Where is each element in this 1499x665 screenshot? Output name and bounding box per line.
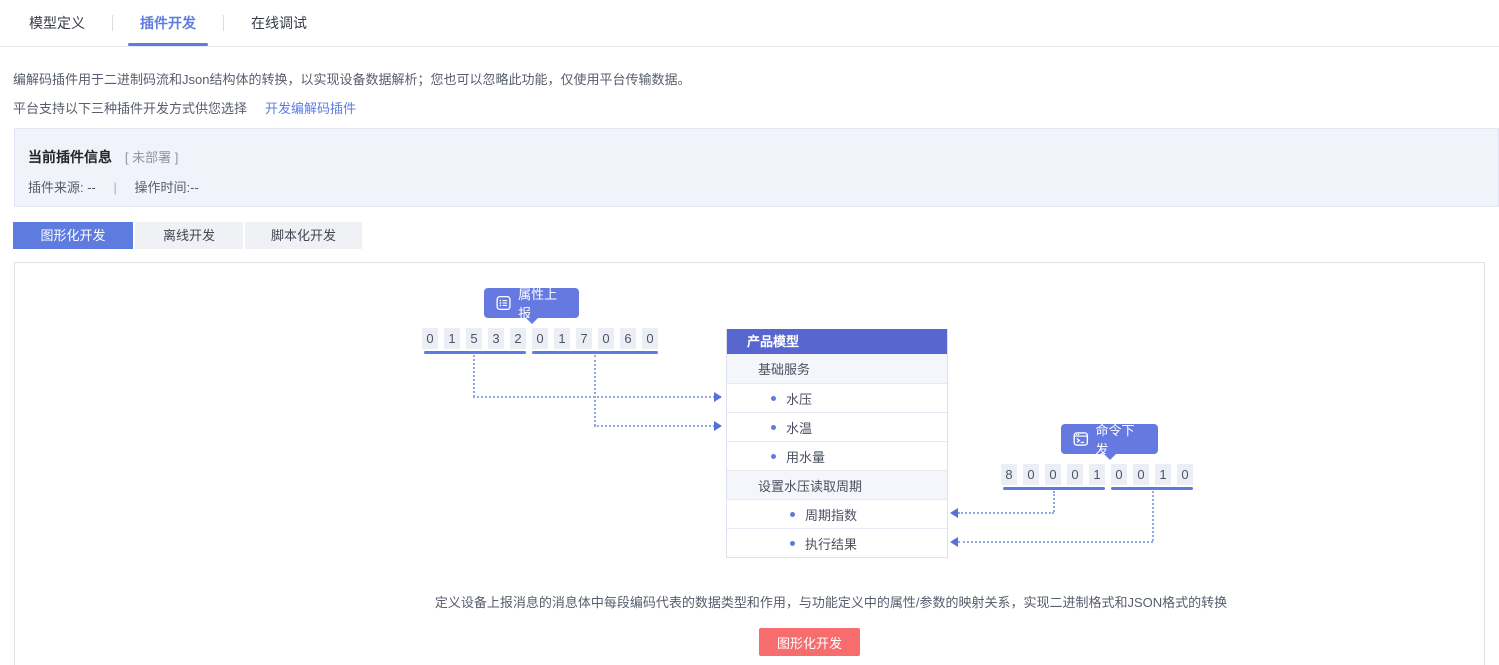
- model-row-basic-service[interactable]: 基础服务: [727, 354, 947, 383]
- bullet-icon: [790, 512, 795, 517]
- deploy-status-badge: [ 未部署 ]: [125, 150, 178, 165]
- byte-cell: 0: [598, 328, 614, 349]
- byte-cell: 0: [1177, 464, 1193, 485]
- graphical-dev-button[interactable]: 图形化开发: [759, 628, 860, 656]
- row-label: 执行结果: [805, 534, 857, 553]
- operation-time: 操作时间:--: [135, 180, 199, 195]
- dev-options-label: 平台支持以下三种插件开发方式供您选择: [13, 101, 247, 116]
- command-byte-sequence: 8 0 0 0 1 0 0 1 0: [1001, 464, 1193, 485]
- bullet-icon: [771, 396, 776, 401]
- tab-separator: [112, 15, 113, 31]
- badge-label: 属性上报: [518, 284, 567, 322]
- byte-cell: 0: [642, 328, 658, 349]
- byte-cell: 0: [422, 328, 438, 349]
- tab-label: 插件开发: [140, 15, 196, 31]
- dev-tab-graphical[interactable]: 图形化开发: [13, 222, 133, 249]
- row-label: 周期指数: [805, 505, 857, 524]
- row-label: 基础服务: [758, 359, 810, 378]
- dev-tab-script[interactable]: 脚本化开发: [245, 222, 362, 249]
- bullet-icon: [771, 425, 776, 430]
- connector-command-1-arrow: [950, 508, 958, 518]
- report-byte-sequence: 0 1 5 3 2 0 1 7 0 6 0: [422, 328, 658, 349]
- byte-cell: 1: [554, 328, 570, 349]
- model-row-execution-result[interactable]: 执行结果: [727, 528, 947, 557]
- tab-model-definition[interactable]: 模型定义: [27, 0, 87, 46]
- plugin-info-title-row: 当前插件信息 [ 未部署 ]: [28, 147, 178, 167]
- report-segment-1-underline: [424, 351, 526, 354]
- byte-cell: 5: [466, 328, 482, 349]
- develop-codec-link[interactable]: 开发编解码插件: [265, 101, 356, 116]
- row-label: 设置水压读取周期: [758, 476, 862, 495]
- plugin-info-title: 当前插件信息: [28, 149, 112, 165]
- tab-online-debug[interactable]: 在线调试: [249, 0, 309, 46]
- plugin-source: 插件来源: --: [28, 180, 96, 195]
- connector-report-1-vertical: [473, 355, 475, 397]
- attribute-report-badge[interactable]: 属性上报: [484, 288, 579, 318]
- byte-cell: 0: [1111, 464, 1127, 485]
- byte-cell: 3: [488, 328, 504, 349]
- byte-cell: 6: [620, 328, 636, 349]
- model-row-water-usage[interactable]: 用水量: [727, 441, 947, 470]
- byte-cell: 0: [532, 328, 548, 349]
- connector-command-2-horizontal: [958, 541, 1153, 543]
- byte-cell: 0: [1045, 464, 1061, 485]
- dev-options-text: 平台支持以下三种插件开发方式供您选择 开发编解码插件: [13, 98, 356, 117]
- plugin-development-page: 模型定义 插件开发 在线调试 编解码插件用于二进制码流和Json结构体的转换，以…: [0, 0, 1499, 665]
- connector-command-1-vertical: [1053, 491, 1055, 512]
- connector-report-2-horizontal: [594, 425, 715, 427]
- byte-cell: 1: [1155, 464, 1171, 485]
- row-label: 用水量: [786, 447, 825, 466]
- byte-cell: 0: [1023, 464, 1039, 485]
- bullet-icon: [790, 541, 795, 546]
- model-row-water-pressure[interactable]: 水压: [727, 383, 947, 412]
- codec-description: 编解码插件用于二进制码流和Json结构体的转换，以实现设备数据解析；您也可以忽略…: [13, 69, 690, 88]
- connector-report-2-vertical: [594, 355, 596, 426]
- tab-plugin-development[interactable]: 插件开发: [138, 0, 198, 46]
- byte-cell: 2: [510, 328, 526, 349]
- meta-separator: |: [114, 180, 117, 195]
- byte-cell: 0: [1133, 464, 1149, 485]
- byte-cell: 0: [1067, 464, 1083, 485]
- row-label: 水压: [786, 389, 812, 408]
- connector-command-2-arrow: [950, 537, 958, 547]
- current-plugin-info-box: 当前插件信息 [ 未部署 ] 插件来源: -- | 操作时间:--: [14, 128, 1499, 207]
- product-model-header: 产品模型: [727, 329, 947, 354]
- tabs-divider: [0, 46, 1499, 47]
- product-model-table: 产品模型 基础服务 水压 水温 用水量 设置水压读取周期 周期指数: [726, 329, 948, 558]
- command-segment-1-underline: [1003, 487, 1105, 490]
- tab-separator: [223, 15, 224, 31]
- graphical-dev-panel: 属性上报 0 1 5 3 2 0 1 7 0 6 0 产品模型 基础: [14, 262, 1485, 665]
- report-segment-2-underline: [532, 351, 658, 354]
- model-row-set-pressure-period[interactable]: 设置水压读取周期: [727, 470, 947, 499]
- terminal-icon: [1073, 431, 1089, 447]
- byte-cell: 8: [1001, 464, 1017, 485]
- connector-report-2-arrow: [714, 421, 722, 431]
- connector-report-1-arrow: [714, 392, 722, 402]
- dev-tab-offline[interactable]: 离线开发: [135, 222, 243, 249]
- byte-cell: 1: [1089, 464, 1105, 485]
- tab-label: 模型定义: [29, 15, 85, 31]
- tab-label: 在线调试: [251, 15, 307, 31]
- byte-cell: 7: [576, 328, 592, 349]
- bullet-icon: [771, 454, 776, 459]
- byte-cell: 1: [444, 328, 460, 349]
- connector-command-1-horizontal: [958, 512, 1054, 514]
- top-tabs: 模型定义 插件开发 在线调试: [27, 0, 309, 46]
- model-row-period-index[interactable]: 周期指数: [727, 499, 947, 528]
- command-delivery-badge[interactable]: 命令下发: [1061, 424, 1158, 454]
- list-icon: [496, 295, 511, 311]
- connector-command-2-vertical: [1152, 491, 1154, 541]
- plugin-info-meta-row: 插件来源: -- | 操作时间:--: [28, 177, 199, 196]
- dev-mode-tabs: 图形化开发 离线开发 脚本化开发: [13, 222, 364, 249]
- graphical-dev-caption: 定义设备上报消息的消息体中每段编码代表的数据类型和作用，与功能定义中的属性/参数…: [431, 592, 1231, 611]
- badge-label: 命令下发: [1096, 420, 1146, 458]
- command-segment-2-underline: [1111, 487, 1193, 490]
- model-row-water-temperature[interactable]: 水温: [727, 412, 947, 441]
- row-label: 水温: [786, 418, 812, 437]
